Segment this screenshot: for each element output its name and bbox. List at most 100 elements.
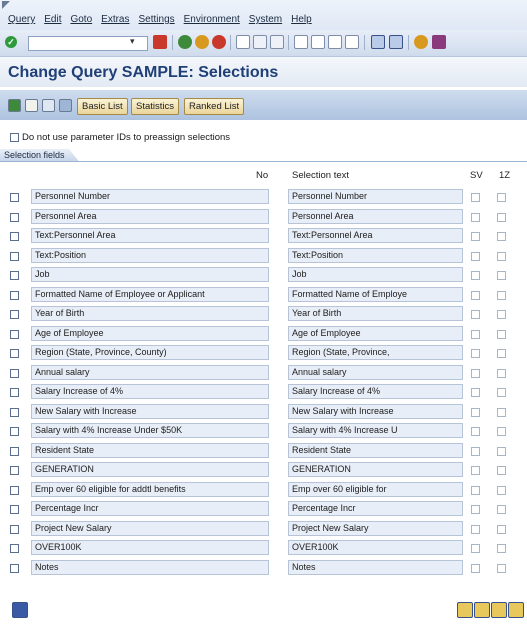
sv-checkbox[interactable]: [471, 330, 480, 339]
row-select-checkbox[interactable]: [10, 193, 19, 202]
sv-checkbox[interactable]: [471, 291, 480, 300]
find-icon[interactable]: [253, 35, 267, 49]
execute-icon[interactable]: [8, 99, 21, 112]
1z-checkbox[interactable]: [497, 447, 506, 456]
sv-checkbox[interactable]: [471, 408, 480, 417]
first-page-icon[interactable]: [294, 35, 308, 49]
scroll-first-icon[interactable]: [457, 602, 473, 618]
row-select-checkbox[interactable]: [10, 252, 19, 261]
row-select-checkbox[interactable]: [10, 525, 19, 534]
previous-page-icon[interactable]: [311, 35, 325, 49]
sv-checkbox[interactable]: [471, 486, 480, 495]
row-select-checkbox[interactable]: [10, 310, 19, 319]
selection-text-field[interactable]: GENERATION: [288, 462, 463, 477]
1z-checkbox[interactable]: [497, 330, 506, 339]
1z-checkbox[interactable]: [497, 369, 506, 378]
1z-checkbox[interactable]: [497, 505, 506, 514]
scroll-down-icon[interactable]: [491, 602, 507, 618]
1z-checkbox[interactable]: [497, 252, 506, 261]
statistics-button[interactable]: Statistics: [131, 98, 180, 115]
row-select-checkbox[interactable]: [10, 564, 19, 573]
menu-item[interactable]: Help: [291, 14, 312, 25]
row-select-checkbox[interactable]: [10, 330, 19, 339]
selection-text-field[interactable]: Emp over 60 eligible for: [288, 482, 463, 497]
sv-checkbox[interactable]: [471, 252, 480, 261]
sv-checkbox[interactable]: [471, 544, 480, 553]
menu-item[interactable]: Goto: [70, 14, 92, 25]
1z-checkbox[interactable]: [497, 310, 506, 319]
refresh-icon[interactable]: [42, 99, 55, 112]
sv-checkbox[interactable]: [471, 427, 480, 436]
1z-checkbox[interactable]: [497, 388, 506, 397]
cancel-icon[interactable]: [212, 35, 226, 49]
sv-checkbox[interactable]: [471, 369, 480, 378]
table-icon[interactable]: [59, 99, 72, 112]
row-select-checkbox[interactable]: [10, 388, 19, 397]
row-select-checkbox[interactable]: [10, 505, 19, 514]
row-select-checkbox[interactable]: [10, 349, 19, 358]
sv-checkbox[interactable]: [471, 349, 480, 358]
sv-checkbox[interactable]: [471, 310, 480, 319]
menu-item[interactable]: Environment: [184, 14, 240, 25]
1z-checkbox[interactable]: [497, 466, 506, 475]
row-select-checkbox[interactable]: [10, 232, 19, 241]
1z-checkbox[interactable]: [497, 486, 506, 495]
row-select-checkbox[interactable]: [10, 408, 19, 417]
row-select-checkbox[interactable]: [10, 544, 19, 553]
enter-icon[interactable]: ✓: [5, 36, 17, 48]
1z-checkbox[interactable]: [497, 291, 506, 300]
parameter-id-checkbox[interactable]: [10, 133, 19, 142]
selection-text-field[interactable]: Personnel Number: [288, 189, 463, 204]
selection-text-field[interactable]: Personnel Area: [288, 209, 463, 224]
selection-text-field[interactable]: New Salary with Increase: [288, 404, 463, 419]
selection-text-field[interactable]: Notes: [288, 560, 463, 575]
sv-checkbox[interactable]: [471, 213, 480, 222]
exit-icon[interactable]: [195, 35, 209, 49]
sv-checkbox[interactable]: [471, 564, 480, 573]
menu-item[interactable]: Extras: [101, 14, 129, 25]
selection-text-field[interactable]: Job: [288, 267, 463, 282]
print-icon[interactable]: [236, 35, 250, 49]
1z-checkbox[interactable]: [497, 544, 506, 553]
1z-checkbox[interactable]: [497, 213, 506, 222]
selection-text-field[interactable]: Text:Personnel Area: [288, 228, 463, 243]
selection-text-field[interactable]: Formatted Name of Employe: [288, 287, 463, 302]
1z-checkbox[interactable]: [497, 193, 506, 202]
selection-text-field[interactable]: Text:Position: [288, 248, 463, 263]
sv-checkbox[interactable]: [471, 466, 480, 475]
next-page-icon[interactable]: [328, 35, 342, 49]
1z-checkbox[interactable]: [497, 525, 506, 534]
1z-checkbox[interactable]: [497, 408, 506, 417]
row-select-checkbox[interactable]: [10, 427, 19, 436]
selection-text-field[interactable]: Resident State: [288, 443, 463, 458]
sv-checkbox[interactable]: [471, 525, 480, 534]
last-page-icon[interactable]: [345, 35, 359, 49]
selection-text-field[interactable]: Salary Increase of 4%: [288, 384, 463, 399]
selection-text-field[interactable]: Age of Employee: [288, 326, 463, 341]
command-dropdown-icon[interactable]: ▾: [130, 36, 135, 47]
sv-checkbox[interactable]: [471, 193, 480, 202]
shortcut-icon[interactable]: [389, 35, 403, 49]
menu-item[interactable]: Settings: [139, 14, 175, 25]
sv-checkbox[interactable]: [471, 388, 480, 397]
selection-text-field[interactable]: Percentage Incr: [288, 501, 463, 516]
menu-item[interactable]: Query: [8, 14, 35, 25]
scroll-last-icon[interactable]: [508, 602, 524, 618]
row-select-checkbox[interactable]: [10, 213, 19, 222]
1z-checkbox[interactable]: [497, 564, 506, 573]
row-select-checkbox[interactable]: [10, 291, 19, 300]
row-select-checkbox[interactable]: [10, 466, 19, 475]
sv-checkbox[interactable]: [471, 505, 480, 514]
row-select-checkbox[interactable]: [10, 486, 19, 495]
sv-checkbox[interactable]: [471, 271, 480, 280]
1z-checkbox[interactable]: [497, 232, 506, 241]
selection-text-field[interactable]: Year of Birth: [288, 306, 463, 321]
selection-text-field[interactable]: Region (State, Province,: [288, 345, 463, 360]
save-icon[interactable]: [153, 35, 167, 49]
back-icon[interactable]: [178, 35, 192, 49]
selection-text-field[interactable]: Annual salary: [288, 365, 463, 380]
sv-checkbox[interactable]: [471, 447, 480, 456]
basic-list-button[interactable]: Basic List: [77, 98, 128, 115]
find-next-icon[interactable]: [270, 35, 284, 49]
create-session-icon[interactable]: [371, 35, 385, 49]
